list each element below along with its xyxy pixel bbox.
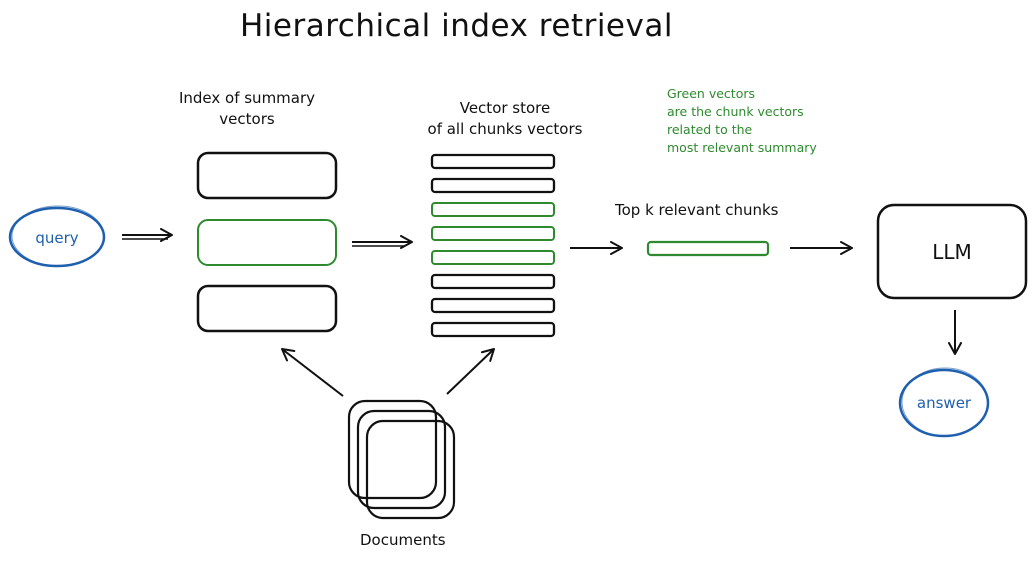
chunk-vector-highlighted [431,250,555,265]
llm-node: LLM [876,203,1028,300]
query-node: query [8,205,106,268]
query-label: query [35,229,78,247]
chunk-vector-highlighted [431,202,555,217]
arrow-docs-to-store [446,348,495,395]
llm-label: LLM [932,240,972,264]
summary-index [196,151,338,333]
vector-store [430,153,556,338]
chunk-vector [430,297,556,314]
chunk-vector [430,321,556,338]
chunk-vector-highlighted [431,226,555,241]
arrow-docs-to-summary [281,348,344,397]
answer-label: answer [917,394,972,412]
stacked-documents-icon [347,399,456,520]
summary-vector-box-highlighted [197,219,337,266]
summary-vector-box [196,284,338,333]
chunk-vector [430,153,556,170]
answer-node: answer [898,367,990,438]
chunk-vector [430,273,556,290]
top-k-chunk [646,240,770,257]
diagram-canvas: query LLM answer [8,151,1028,520]
summary-vector-box [196,151,338,200]
chunk-vector [430,177,556,194]
